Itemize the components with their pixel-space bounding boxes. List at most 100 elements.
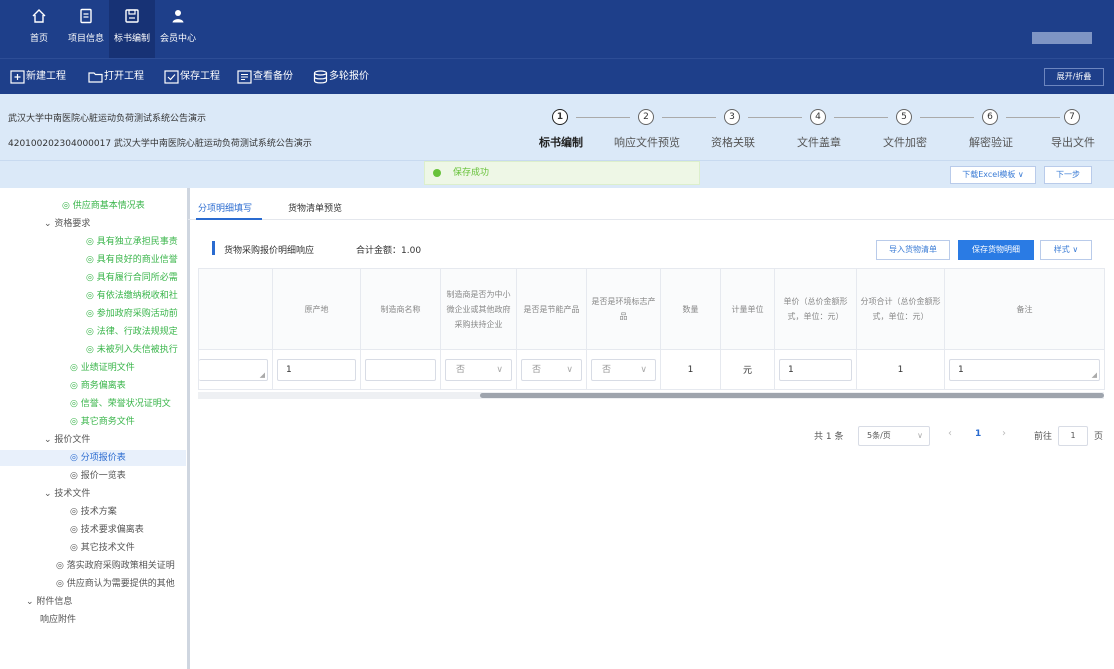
tree-group-qualification[interactable]: ⌄ 资格要求 bbox=[44, 216, 90, 232]
style-dropdown-button[interactable]: 样式 ∨ bbox=[1040, 240, 1092, 260]
tree-item[interactable]: ◎ 技术方案 bbox=[70, 504, 117, 520]
unit-price-input[interactable]: 1 bbox=[779, 358, 852, 381]
text-area-field[interactable]: ◢ bbox=[199, 358, 268, 381]
save-project-button[interactable]: 保存工程 bbox=[164, 69, 230, 85]
scrollbar-thumb[interactable] bbox=[480, 393, 1104, 398]
sme-select[interactable]: 否 ∨ bbox=[445, 358, 512, 381]
tree-item[interactable]: ◎ 技术要求偏离表 bbox=[70, 522, 144, 538]
chevron-down-icon: ∨ bbox=[917, 431, 923, 440]
user-account-redacted[interactable] bbox=[1032, 32, 1092, 44]
save-success-text: 保存成功 bbox=[453, 168, 490, 178]
nav-home-label: 首页 bbox=[29, 34, 48, 44]
step-response-preview[interactable]: 2 响应文件预览 bbox=[602, 109, 692, 151]
col-header-env-label: 是否是环境标志产品 bbox=[586, 268, 661, 350]
step-qualification-link[interactable]: 3 资格关联 bbox=[688, 109, 778, 151]
tree-item[interactable]: 响应附件 bbox=[40, 612, 76, 628]
step-file-encrypt[interactable]: 5 文件加密 bbox=[860, 109, 950, 151]
table-row: ◢ 1 否 ∨ 否 ∨ 否 ∨ 1 元 1 1 1 ◢ bbox=[198, 349, 1105, 390]
tree-item[interactable]: ◎ 供应商基本情况表 bbox=[62, 198, 145, 214]
cell-textarea: ◢ bbox=[198, 349, 273, 390]
pager-total: 共 1 条 bbox=[814, 432, 844, 442]
expand-collapse-button[interactable]: 展开/折叠 bbox=[1044, 68, 1104, 86]
tree-item[interactable]: ◎ 具有良好的商业信誉 bbox=[86, 252, 178, 268]
page-size-select[interactable]: 5条/页 ∨ bbox=[858, 426, 930, 446]
chevron-down-icon: ∨ bbox=[566, 364, 573, 375]
tree-item[interactable]: ◎ 商务偏离表 bbox=[70, 378, 126, 394]
env-select-value: 否 bbox=[602, 364, 612, 375]
save-success-toast: 保存成功 bbox=[424, 161, 700, 185]
sidebar-scrollbar[interactable] bbox=[187, 188, 190, 669]
save-project-label: 保存工程 bbox=[180, 71, 220, 82]
step-number: 7 bbox=[1064, 109, 1080, 125]
tree-group-tech-files[interactable]: ⌄ 技术文件 bbox=[44, 486, 90, 502]
tree-item[interactable]: ◎ 业绩证明文件 bbox=[70, 360, 135, 376]
tab-detail-fill[interactable]: 分项明细填写 bbox=[198, 201, 252, 214]
chevron-down-icon: ∨ bbox=[496, 364, 503, 375]
view-backup-button[interactable]: 查看备份 bbox=[237, 69, 305, 85]
next-step-button[interactable]: 下一步 bbox=[1044, 166, 1092, 184]
cell-unit: 元 bbox=[720, 349, 775, 390]
tree-item[interactable]: ◎ 参加政府采购活动前 bbox=[86, 306, 178, 322]
new-project-button[interactable]: 新建工程 bbox=[10, 69, 76, 85]
origin-input[interactable]: 1 bbox=[277, 358, 356, 381]
active-tab-indicator bbox=[196, 218, 262, 220]
project-subtitle: 420100202304000017 武汉大学中南医院心脏运动负荷测试系统公告演… bbox=[8, 139, 312, 149]
step-decrypt-verify[interactable]: 6 解密验证 bbox=[946, 109, 1036, 151]
step-bid-compile[interactable]: 1 标书编制 bbox=[516, 109, 606, 151]
total-amount: 合计金额：1.00 bbox=[356, 246, 422, 256]
tree-item[interactable]: ◎ 法律、行政法规规定 bbox=[86, 324, 178, 340]
tree-item[interactable]: ◎ 具有独立承担民事责 bbox=[86, 234, 178, 250]
prev-page-icon[interactable]: ‹ bbox=[948, 428, 952, 439]
top-navbar: 首页 项目信息 标书编制 会员中心 bbox=[0, 0, 1114, 58]
nav-member-center[interactable]: 会员中心 bbox=[155, 0, 201, 58]
tree-item[interactable]: ◎ 落实政府采购政策相关证明 bbox=[56, 558, 186, 574]
tree-item[interactable]: ◎ 供应商认为需要提供的其他 bbox=[56, 576, 186, 592]
env-select[interactable]: 否 ∨ bbox=[591, 358, 656, 381]
download-template-label: 下载Excel模板 ∨ bbox=[962, 170, 1024, 179]
cell-remark: 1 ◢ bbox=[944, 349, 1105, 390]
step-export-file[interactable]: 7 导出文件 bbox=[1028, 109, 1114, 151]
save-goods-label: 保存货物明细 bbox=[972, 245, 1020, 254]
manufacturer-input[interactable] bbox=[365, 358, 436, 381]
energy-select[interactable]: 否 ∨ bbox=[521, 358, 582, 381]
multi-round-quote-button[interactable]: 多轮报价 bbox=[313, 69, 379, 85]
user-icon bbox=[172, 10, 184, 23]
tree-item[interactable]: ◎ 其它技术文件 bbox=[70, 540, 135, 556]
nav-project-info-label: 项目信息 bbox=[67, 34, 104, 44]
folder-icon bbox=[88, 72, 103, 83]
col-header-remark: 备注 bbox=[944, 268, 1105, 350]
import-goods-list-button[interactable]: 导入货物清单 bbox=[876, 240, 950, 260]
remark-input[interactable]: 1 ◢ bbox=[949, 358, 1100, 381]
goods-price-table: 原产地 制造商名称 制造商是否为中小微企业或其他政府采购扶持企业 是否是节能产品… bbox=[198, 268, 1105, 390]
tree-item[interactable]: ◎ 信誉、荣誉状况证明文 bbox=[70, 396, 171, 412]
backup-doc-icon bbox=[237, 70, 252, 84]
next-page-icon[interactable]: › bbox=[1002, 428, 1006, 439]
step-label: 文件盖章 bbox=[797, 136, 841, 149]
step-label: 标书编制 bbox=[539, 136, 583, 149]
nav-bid-compile[interactable]: 标书编制 bbox=[109, 0, 155, 58]
sidebar-tree: ◎ 供应商基本情况表 ⌄ 资格要求 ◎ 具有独立承担民事责 ◎ 具有良好的商业信… bbox=[0, 188, 188, 669]
home-icon bbox=[32, 9, 46, 23]
tree-item[interactable]: ◎ 有依法缴纳税收和社 bbox=[86, 288, 178, 304]
goto-page-input[interactable]: 1 bbox=[1058, 426, 1088, 446]
table-header-row: 原产地 制造商名称 制造商是否为中小微企业或其他政府采购扶持企业 是否是节能产品… bbox=[198, 268, 1105, 350]
step-label: 导出文件 bbox=[1051, 136, 1095, 149]
tree-item[interactable]: ◎ 未被列入失信被执行 bbox=[86, 342, 178, 358]
current-page[interactable]: 1 bbox=[975, 429, 981, 439]
open-project-button[interactable]: 打开工程 bbox=[88, 69, 154, 85]
multi-round-quote-label: 多轮报价 bbox=[329, 71, 369, 82]
tree-item[interactable]: ◎ 具有履行合同所必需 bbox=[86, 270, 178, 286]
tree-item[interactable]: ◎ 报价一览表 bbox=[70, 468, 126, 484]
tree-item[interactable]: ◎ 其它商务文件 bbox=[70, 414, 135, 430]
resize-handle-icon: ◢ bbox=[1091, 370, 1097, 379]
save-goods-detail-button[interactable]: 保存货物明细 bbox=[958, 240, 1034, 260]
nav-project-info[interactable]: 项目信息 bbox=[63, 0, 109, 58]
tree-item-selected[interactable]: ◎ 分项报价表 bbox=[0, 450, 186, 466]
tree-group-quote-files[interactable]: ⌄ 报价文件 bbox=[44, 432, 90, 448]
document-icon bbox=[80, 8, 92, 24]
nav-home[interactable]: 首页 bbox=[16, 0, 62, 58]
tree-group-attachments[interactable]: ⌄ 附件信息 bbox=[26, 594, 72, 610]
step-file-stamp[interactable]: 4 文件盖章 bbox=[774, 109, 864, 151]
tab-goods-preview[interactable]: 货物清单预览 bbox=[288, 201, 342, 214]
download-excel-template-button[interactable]: 下载Excel模板 ∨ bbox=[950, 166, 1036, 184]
